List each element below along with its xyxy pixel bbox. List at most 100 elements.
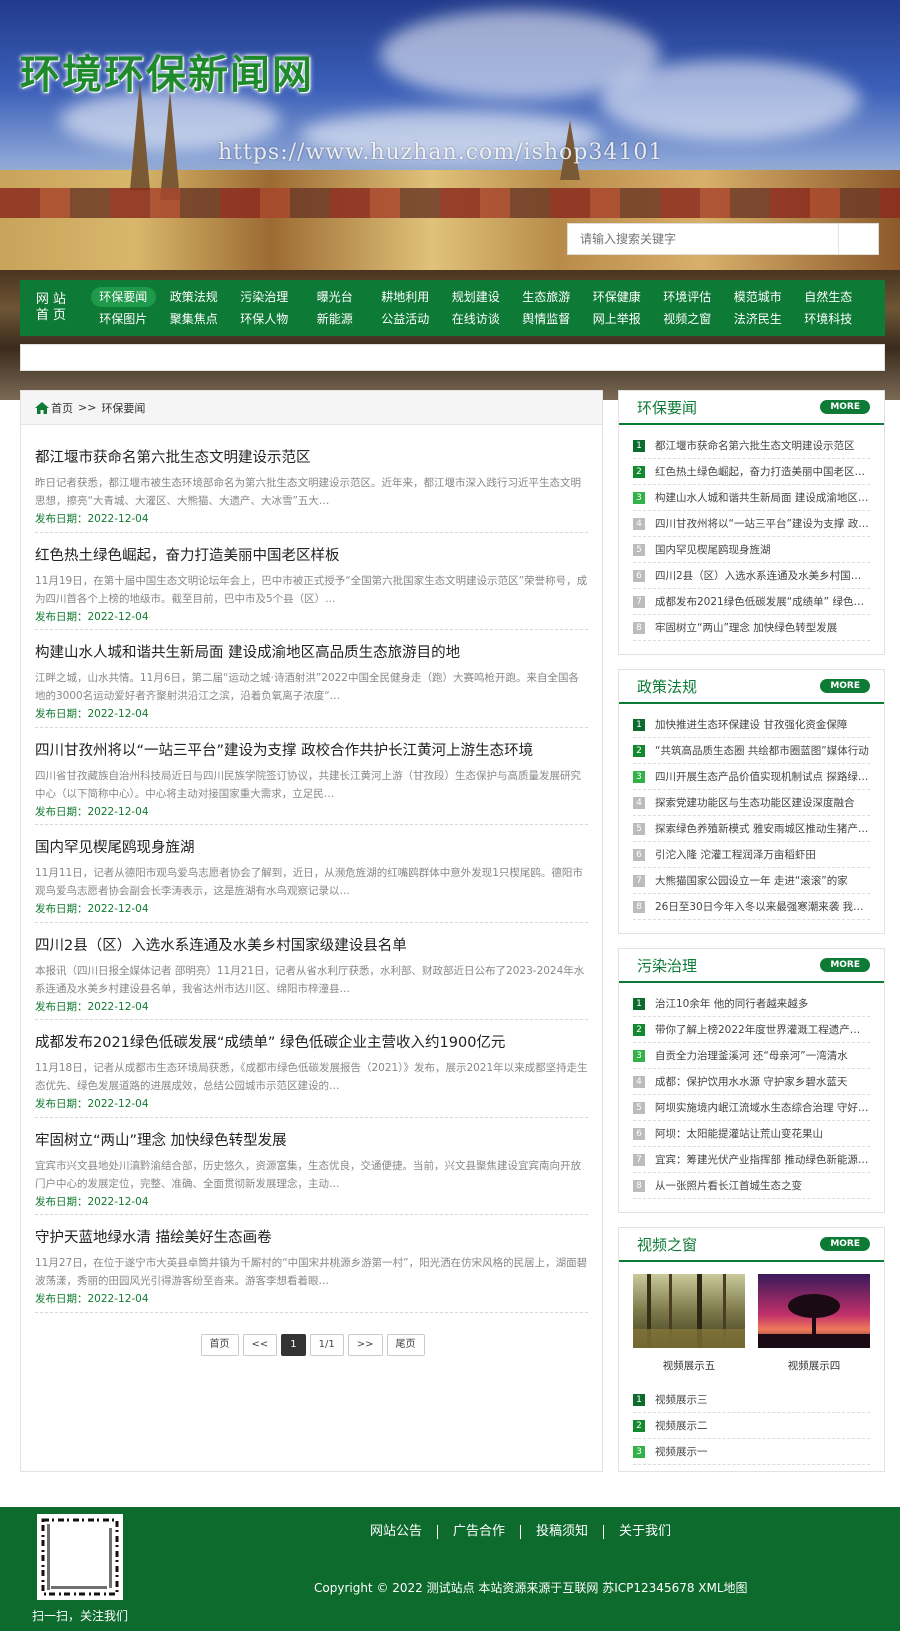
list-item-text[interactable]: 探索绿色养殖新模式 雅安雨城区推动生猪产业转型 xyxy=(655,821,870,836)
nav-item[interactable]: 曝光台 xyxy=(303,287,368,307)
list-item[interactable]: 3 四川开展生态产品价值实现机制试点 探路绿水青山转化 xyxy=(633,764,870,790)
nav-item[interactable]: 规划建设 xyxy=(444,287,509,307)
news-title[interactable]: 国内罕见楔尾鸥现身旌湖 xyxy=(35,838,588,858)
search-button[interactable] xyxy=(838,224,878,254)
nav-item[interactable]: 环境科技 xyxy=(796,309,861,329)
list-item[interactable]: 4 成都：保护饮用水水源 守护家乡碧水蓝天 xyxy=(633,1069,870,1095)
nav-item[interactable]: 污染治理 xyxy=(232,287,297,307)
nav-item[interactable]: 聚集焦点 xyxy=(162,309,227,329)
nav-item[interactable]: 环保人物 xyxy=(232,309,297,329)
sidebar-box-title[interactable]: 视频之窗 xyxy=(637,1234,697,1255)
list-item[interactable]: 2 红色热土绿色崛起，奋力打造美丽中国老区样板 xyxy=(633,459,870,485)
breadcrumb-home[interactable]: 首页 xyxy=(51,400,73,416)
list-item[interactable]: 8 26日至30日今年入冬以来最强寒潮来袭 我国大部 xyxy=(633,894,870,920)
list-item[interactable]: 4 四川甘孜州将以“一站三平台”建设为支撑 政校合作共护长江黄河上游生态环境 xyxy=(633,511,870,537)
list-item-text[interactable]: 带你了解上榜2022年度世界灌溉工程遗产的四川工程 xyxy=(655,1022,870,1037)
list-item[interactable]: 5 阿坝实施境内岷江流域水生态综合治理 守好岷江上游 xyxy=(633,1095,870,1121)
list-item-text[interactable]: 视频展示一 xyxy=(655,1444,708,1459)
pager-last[interactable]: 尾页 xyxy=(386,1334,425,1356)
news-title[interactable]: 红色热土绿色崛起，奋力打造美丽中国老区样板 xyxy=(35,546,588,566)
list-item[interactable]: 1 视频展示三 xyxy=(633,1387,870,1413)
news-title[interactable]: 成都发布2021绿色低碳发展“成绩单” 绿色低碳企业主营收入约1900亿元 xyxy=(35,1033,588,1053)
footer-link[interactable]: 关于我们 xyxy=(603,1525,686,1539)
list-item-text[interactable]: 构建山水人城和谐共生新局面 建设成渝地区高品质生态旅游目的地 xyxy=(655,490,870,505)
footer-link[interactable]: 广告合作 xyxy=(437,1525,520,1539)
nav-item[interactable]: 环保图片 xyxy=(91,309,156,329)
news-title[interactable]: 牢固树立“两山”理念 加快绿色转型发展 xyxy=(35,1131,588,1151)
nav-item[interactable]: 新能源 xyxy=(303,309,368,329)
list-item-text[interactable]: 从一张照片看长江首城生态之变 xyxy=(655,1178,802,1193)
video-caption[interactable]: 视频展示四 xyxy=(758,1358,870,1373)
list-item[interactable]: 6 引沱入隆 沱灌工程润泽万亩稻虾田 xyxy=(633,842,870,868)
list-item-text[interactable]: 国内罕见楔尾鸥现身旌湖 xyxy=(655,542,771,557)
nav-item[interactable]: 政策法规 xyxy=(162,287,227,307)
list-item[interactable]: 2 带你了解上榜2022年度世界灌溉工程遗产的四川工程 xyxy=(633,1017,870,1043)
list-item-text[interactable]: 大熊猫国家公园设立一年 走进“滚滚”的家 xyxy=(655,873,848,888)
news-title[interactable]: 四川2县（区）入选水系连通及水美乡村国家级建设县名单 xyxy=(35,936,588,956)
nav-item[interactable]: 生态旅游 xyxy=(514,287,579,307)
nav-item[interactable]: 耕地利用 xyxy=(373,287,438,307)
nav-item[interactable]: 环保健康 xyxy=(585,287,650,307)
list-item[interactable]: 6 阿坝：太阳能提灌站让荒山变花果山 xyxy=(633,1121,870,1147)
list-item-text[interactable]: 视频展示三 xyxy=(655,1392,708,1407)
list-item-text[interactable]: 阿坝：太阳能提灌站让荒山变花果山 xyxy=(655,1126,823,1141)
list-item[interactable]: 7 成都发布2021绿色低碳发展“成绩单” 绿色低碳企业主营收入约1900亿元 xyxy=(633,589,870,615)
footer-link[interactable]: 投稿须知 xyxy=(520,1525,603,1539)
list-item[interactable]: 6 四川2县（区）入选水系连通及水美乡村国家级建设县名单 xyxy=(633,563,870,589)
pager-first[interactable]: 首页 xyxy=(200,1334,239,1356)
sidebar-box-title[interactable]: 政策法规 xyxy=(637,676,697,697)
list-item[interactable]: 2 “共筑高品质生态圈 共绘都市圈蓝图”媒体行动 xyxy=(633,738,870,764)
list-item-text[interactable]: 视频展示二 xyxy=(655,1418,708,1433)
list-item-text[interactable]: 阿坝实施境内岷江流域水生态综合治理 守好岷江上游 xyxy=(655,1100,870,1115)
list-item[interactable]: 7 宜宾：筹建光伏产业指挥部 推动绿色新能源项目建设 xyxy=(633,1147,870,1173)
list-item-text[interactable]: 自贡全力治理釜溪河 还“母亲河”一湾清水 xyxy=(655,1048,848,1063)
news-title[interactable]: 守护天蓝地绿水清 描绘美好生态画卷 xyxy=(35,1228,588,1248)
list-item[interactable]: 1 都江堰市获命名第六批生态文明建设示范区 xyxy=(633,433,870,459)
nav-item[interactable]: 模范城市 xyxy=(726,287,791,307)
nav-item[interactable]: 自然生态 xyxy=(796,287,861,307)
video-card[interactable]: 视频展示五 xyxy=(633,1274,745,1373)
list-item[interactable]: 2 视频展示二 xyxy=(633,1413,870,1439)
nav-item[interactable]: 视频之窗 xyxy=(655,309,720,329)
list-item-text[interactable]: 治江10余年 他的同行者越来越多 xyxy=(655,996,808,1011)
pager-prev[interactable]: << xyxy=(242,1334,278,1356)
list-item-text[interactable]: 四川开展生态产品价值实现机制试点 探路绿水青山转化 xyxy=(655,769,870,784)
list-item-text[interactable]: 成都：保护饮用水水源 守护家乡碧水蓝天 xyxy=(655,1074,847,1089)
news-title[interactable]: 都江堰市获命名第六批生态文明建设示范区 xyxy=(35,448,588,468)
sidebar-box-title[interactable]: 污染治理 xyxy=(637,955,697,976)
site-title[interactable]: 环境环保新闻网 xyxy=(20,42,314,100)
list-item[interactable]: 3 构建山水人城和谐共生新局面 建设成渝地区高品质生态旅游目的地 xyxy=(633,485,870,511)
list-item[interactable]: 5 探索绿色养殖新模式 雅安雨城区推动生猪产业转型 xyxy=(633,816,870,842)
nav-home-link[interactable]: 网 站 首 页 xyxy=(20,292,82,324)
list-item-text[interactable]: 探索党建功能区与生态功能区建设深度融合 xyxy=(655,795,855,810)
list-item-text[interactable]: 红色热土绿色崛起，奋力打造美丽中国老区样板 xyxy=(655,464,870,479)
list-item[interactable]: 8 牢固树立“两山”理念 加快绿色转型发展 xyxy=(633,615,870,641)
list-item[interactable]: 8 从一张照片看长江首城生态之变 xyxy=(633,1173,870,1199)
list-item[interactable]: 3 视频展示一 xyxy=(633,1439,870,1465)
list-item-text[interactable]: 牢固树立“两山”理念 加快绿色转型发展 xyxy=(655,620,837,635)
breadcrumb-current[interactable]: 环保要闻 xyxy=(101,400,145,416)
list-item-text[interactable]: 加快推进生态环保建设 甘孜强化资金保障 xyxy=(655,717,847,732)
nav-item[interactable]: 环保要闻 xyxy=(91,287,156,307)
list-item-text[interactable]: 26日至30日今年入冬以来最强寒潮来袭 我国大部 xyxy=(655,899,870,914)
pager-current[interactable]: 1 xyxy=(281,1334,306,1356)
list-item[interactable]: 1 加快推进生态环保建设 甘孜强化资金保障 xyxy=(633,712,870,738)
footer-link[interactable]: 网站公告 xyxy=(360,1525,437,1539)
list-item-text[interactable]: 引沱入隆 沱灌工程润泽万亩稻虾田 xyxy=(655,847,816,862)
news-title[interactable]: 构建山水人城和谐共生新局面 建设成渝地区高品质生态旅游目的地 xyxy=(35,643,588,663)
list-item[interactable]: 4 探索党建功能区与生态功能区建设深度融合 xyxy=(633,790,870,816)
list-item-text[interactable]: 四川2县（区）入选水系连通及水美乡村国家级建设县名单 xyxy=(655,568,870,583)
nav-item[interactable]: 在线访谈 xyxy=(444,309,509,329)
list-item[interactable]: 7 大熊猫国家公园设立一年 走进“滚滚”的家 xyxy=(633,868,870,894)
more-button[interactable]: MORE xyxy=(820,958,870,972)
list-item-text[interactable]: 四川甘孜州将以“一站三平台”建设为支撑 政校合作共护长江黄河上游生态环境 xyxy=(655,516,870,531)
list-item-text[interactable]: “共筑高品质生态圈 共绘都市圈蓝图”媒体行动 xyxy=(655,743,869,758)
list-item[interactable]: 3 自贡全力治理釜溪河 还“母亲河”一湾清水 xyxy=(633,1043,870,1069)
list-item-text[interactable]: 宜宾：筹建光伏产业指挥部 推动绿色新能源项目建设 xyxy=(655,1152,870,1167)
nav-item[interactable]: 网上举报 xyxy=(585,309,650,329)
list-item[interactable]: 1 治江10余年 他的同行者越来越多 xyxy=(633,991,870,1017)
nav-item[interactable]: 舆情监督 xyxy=(514,309,579,329)
list-item[interactable]: 5 国内罕见楔尾鸥现身旌湖 xyxy=(633,537,870,563)
nav-item[interactable]: 公益活动 xyxy=(373,309,438,329)
news-title[interactable]: 四川甘孜州将以“一站三平台”建设为支撑 政校合作共护长江黄河上游生态环境 xyxy=(35,741,588,761)
